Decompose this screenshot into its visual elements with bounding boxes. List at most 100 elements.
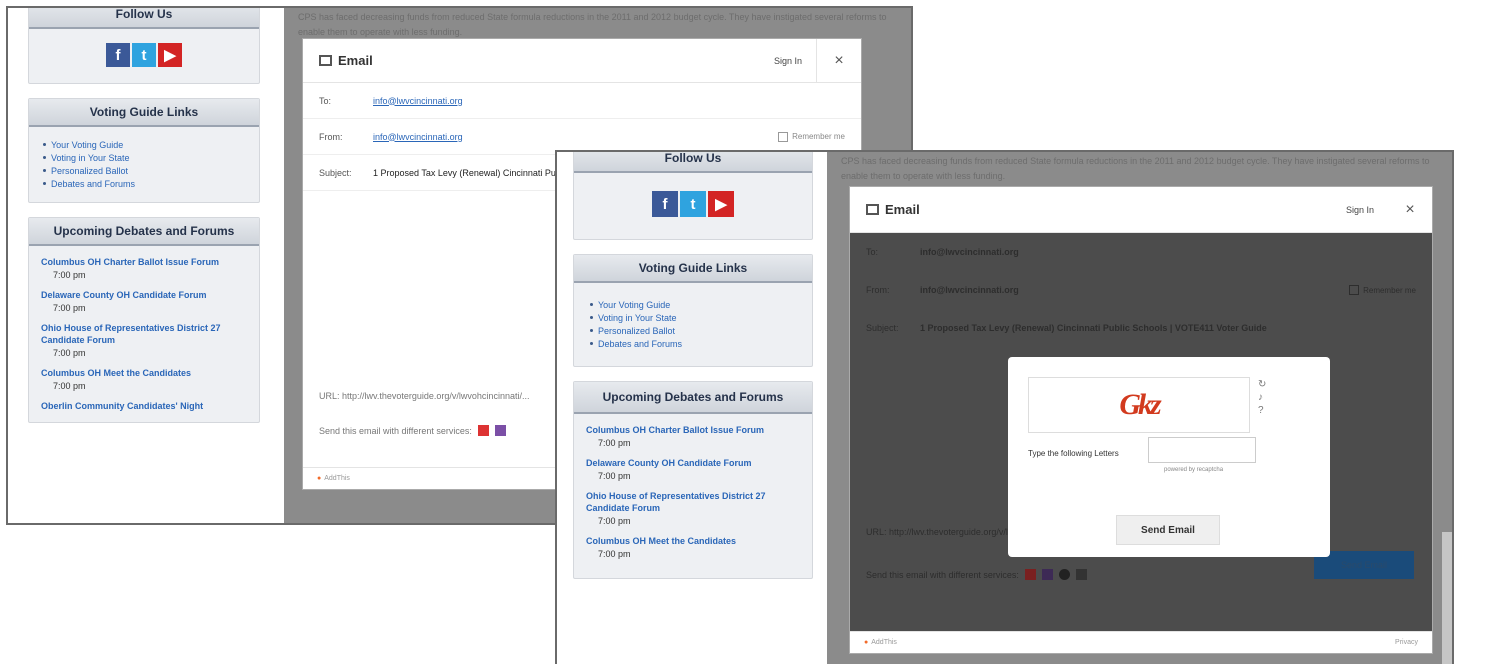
to-label: To: — [319, 95, 332, 106]
gmail-icon[interactable] — [477, 425, 489, 436]
guide-link[interactable]: Debates and Forums — [590, 339, 798, 349]
close-icon[interactable]: × — [817, 39, 861, 82]
facebook-icon[interactable]: f — [106, 43, 130, 67]
youtube-icon[interactable]: ▶ — [158, 43, 182, 67]
to-row: To: info@lwvcincinnati.org — [850, 233, 1432, 271]
guide-link[interactable]: Personalized Ballot — [43, 166, 247, 176]
captcha-popup: Gkz ↻ ♪ ? Type the following Letters pow… — [1008, 357, 1330, 557]
voting-guide-box: Voting Guide Links Your Voting Guide Vot… — [28, 98, 260, 203]
voting-guide-title: Voting Guide Links — [29, 99, 259, 127]
close-icon[interactable]: × — [1388, 187, 1432, 232]
event-link[interactable]: Ohio House of Representatives District 2… — [41, 322, 247, 346]
email-icon — [319, 55, 332, 66]
events-list: Columbus OH Charter Ballot Issue Forum 7… — [574, 414, 812, 578]
gmail-icon[interactable] — [1024, 569, 1036, 580]
to-row: To: info@lwvcincinnati.org — [303, 83, 861, 119]
event-link[interactable]: Columbus OH Charter Ballot Issue Forum — [586, 424, 800, 436]
dialog-footer: AddThis Privacy — [850, 631, 1432, 653]
captcha-send-email-button[interactable]: Send Email — [1116, 515, 1220, 545]
background-text: CPS has faced decreasing funds from redu… — [298, 12, 887, 37]
url-label: URL: — [866, 527, 887, 537]
event-link[interactable]: Columbus OH Meet the Candidates — [586, 535, 800, 547]
remember-checkbox[interactable] — [778, 131, 789, 142]
event-link[interactable]: Delaware County OH Candidate Forum — [586, 457, 800, 469]
sign-in-button[interactable]: Sign In — [760, 39, 817, 82]
event-link[interactable]: Ohio House of Representatives District 2… — [586, 490, 800, 514]
guide-link[interactable]: Your Voting Guide — [590, 300, 798, 310]
voting-guide-box: Voting Guide Links Your Voting Guide Vot… — [573, 254, 813, 367]
captcha-input[interactable] — [1148, 437, 1256, 463]
help-icon[interactable]: ? — [1258, 405, 1266, 416]
addthis-logo[interactable]: AddThis — [317, 475, 350, 482]
events-title: Upcoming Debates and Forums — [574, 382, 812, 414]
voting-guide-links: Your Voting Guide Voting in Your State P… — [574, 283, 812, 366]
yahoo-icon[interactable] — [494, 425, 506, 436]
remember-me[interactable]: Remember me — [778, 131, 845, 142]
follow-us-box: Follow Us f t ▶ — [28, 8, 260, 84]
addthis-logo[interactable]: AddThis — [864, 639, 897, 646]
from-field[interactable]: info@lwvcincinnati.org — [373, 132, 778, 142]
to-field[interactable]: info@lwvcincinnati.org — [920, 247, 1416, 257]
events-list: Columbus OH Charter Ballot Issue Forum 7… — [29, 246, 259, 422]
events-box: Upcoming Debates and Forums Columbus OH … — [573, 381, 813, 579]
outlook-icon[interactable] — [1075, 569, 1087, 580]
guide-link[interactable]: Your Voting Guide — [43, 140, 247, 150]
url-value: http://lwv.thevoterguide.org/v/lwvohcinc… — [342, 391, 530, 401]
twitter-icon[interactable]: t — [680, 191, 706, 217]
event-link[interactable]: Columbus OH Charter Ballot Issue Forum — [41, 256, 247, 268]
audio-icon[interactable]: ♪ — [1258, 392, 1266, 403]
page-scrollbar[interactable] — [1442, 532, 1452, 664]
background-text: CPS has faced decreasing funds from redu… — [841, 156, 1430, 181]
dialog-title: Email — [338, 53, 373, 68]
event-time: 7:00 pm — [598, 438, 631, 448]
dialog-header: Email Sign In × — [850, 187, 1432, 233]
twitter-icon[interactable]: t — [132, 43, 156, 67]
dialog-header: Email Sign In × — [303, 39, 861, 83]
event-time: 7:00 pm — [598, 471, 631, 481]
services-label: Send this email with different services: — [866, 569, 1019, 580]
guide-link[interactable]: Personalized Ballot — [590, 326, 798, 336]
recaptcha-credit: powered by recaptcha — [1164, 467, 1224, 473]
remember-label: Remember me — [792, 132, 845, 141]
screenshot-after: Follow Us f t ▶ Voting Guide Links Your … — [555, 150, 1454, 664]
event-time: 7:00 pm — [53, 381, 86, 391]
from-label: From: — [319, 131, 343, 142]
from-field[interactable]: info@lwvcincinnati.org — [920, 285, 1349, 295]
sign-in-button[interactable]: Sign In — [1332, 187, 1388, 232]
event-link[interactable]: Delaware County OH Candidate Forum — [41, 289, 247, 301]
social-icons: f t ▶ — [29, 29, 259, 83]
email-dialog: Email Sign In × To: info@lwvcincinnati.o… — [849, 186, 1433, 654]
dialog-title: Email — [885, 202, 920, 217]
social-icons: f t ▶ — [574, 173, 812, 239]
remember-checkbox[interactable] — [1349, 285, 1360, 295]
follow-us-title: Follow Us — [29, 8, 259, 29]
yahoo-icon[interactable] — [1041, 569, 1053, 580]
subject-label: Subject: — [319, 167, 352, 178]
events-box: Upcoming Debates and Forums Columbus OH … — [28, 217, 260, 423]
subject-row: Subject: 1 Proposed Tax Levy (Renewal) C… — [850, 309, 1432, 347]
event-time: 7:00 pm — [598, 516, 631, 526]
url-label: URL: — [319, 391, 340, 401]
privacy-link[interactable]: Privacy — [1395, 639, 1418, 646]
refresh-icon[interactable]: ↻ — [1258, 379, 1266, 390]
event-time: 7:00 pm — [53, 270, 86, 280]
facebook-icon[interactable]: f — [652, 191, 678, 217]
guide-link[interactable]: Voting in Your State — [590, 313, 798, 323]
guide-link[interactable]: Debates and Forums — [43, 179, 247, 189]
voting-guide-title: Voting Guide Links — [574, 255, 812, 283]
to-field[interactable]: info@lwvcincinnati.org — [373, 96, 845, 106]
dialog-dimmed-body: To: info@lwvcincinnati.org From: info@lw… — [850, 233, 1432, 631]
youtube-icon[interactable]: ▶ — [708, 191, 734, 217]
voting-guide-links: Your Voting Guide Voting in Your State P… — [29, 127, 259, 202]
remember-me[interactable]: Remember me — [1349, 285, 1416, 295]
subject-field[interactable]: 1 Proposed Tax Levy (Renewal) Cincinnati… — [920, 323, 1416, 333]
event-link[interactable]: Oberlin Community Candidates' Night — [41, 400, 247, 412]
guide-link[interactable]: Voting in Your State — [43, 153, 247, 163]
subject-label: Subject: — [866, 323, 899, 333]
events-title: Upcoming Debates and Forums — [29, 218, 259, 246]
event-time: 7:00 pm — [53, 303, 86, 313]
messenger-icon[interactable] — [1058, 569, 1070, 580]
services-label: Send this email with different services: — [319, 425, 472, 436]
follow-us-title: Follow Us — [574, 152, 812, 173]
event-link[interactable]: Columbus OH Meet the Candidates — [41, 367, 247, 379]
